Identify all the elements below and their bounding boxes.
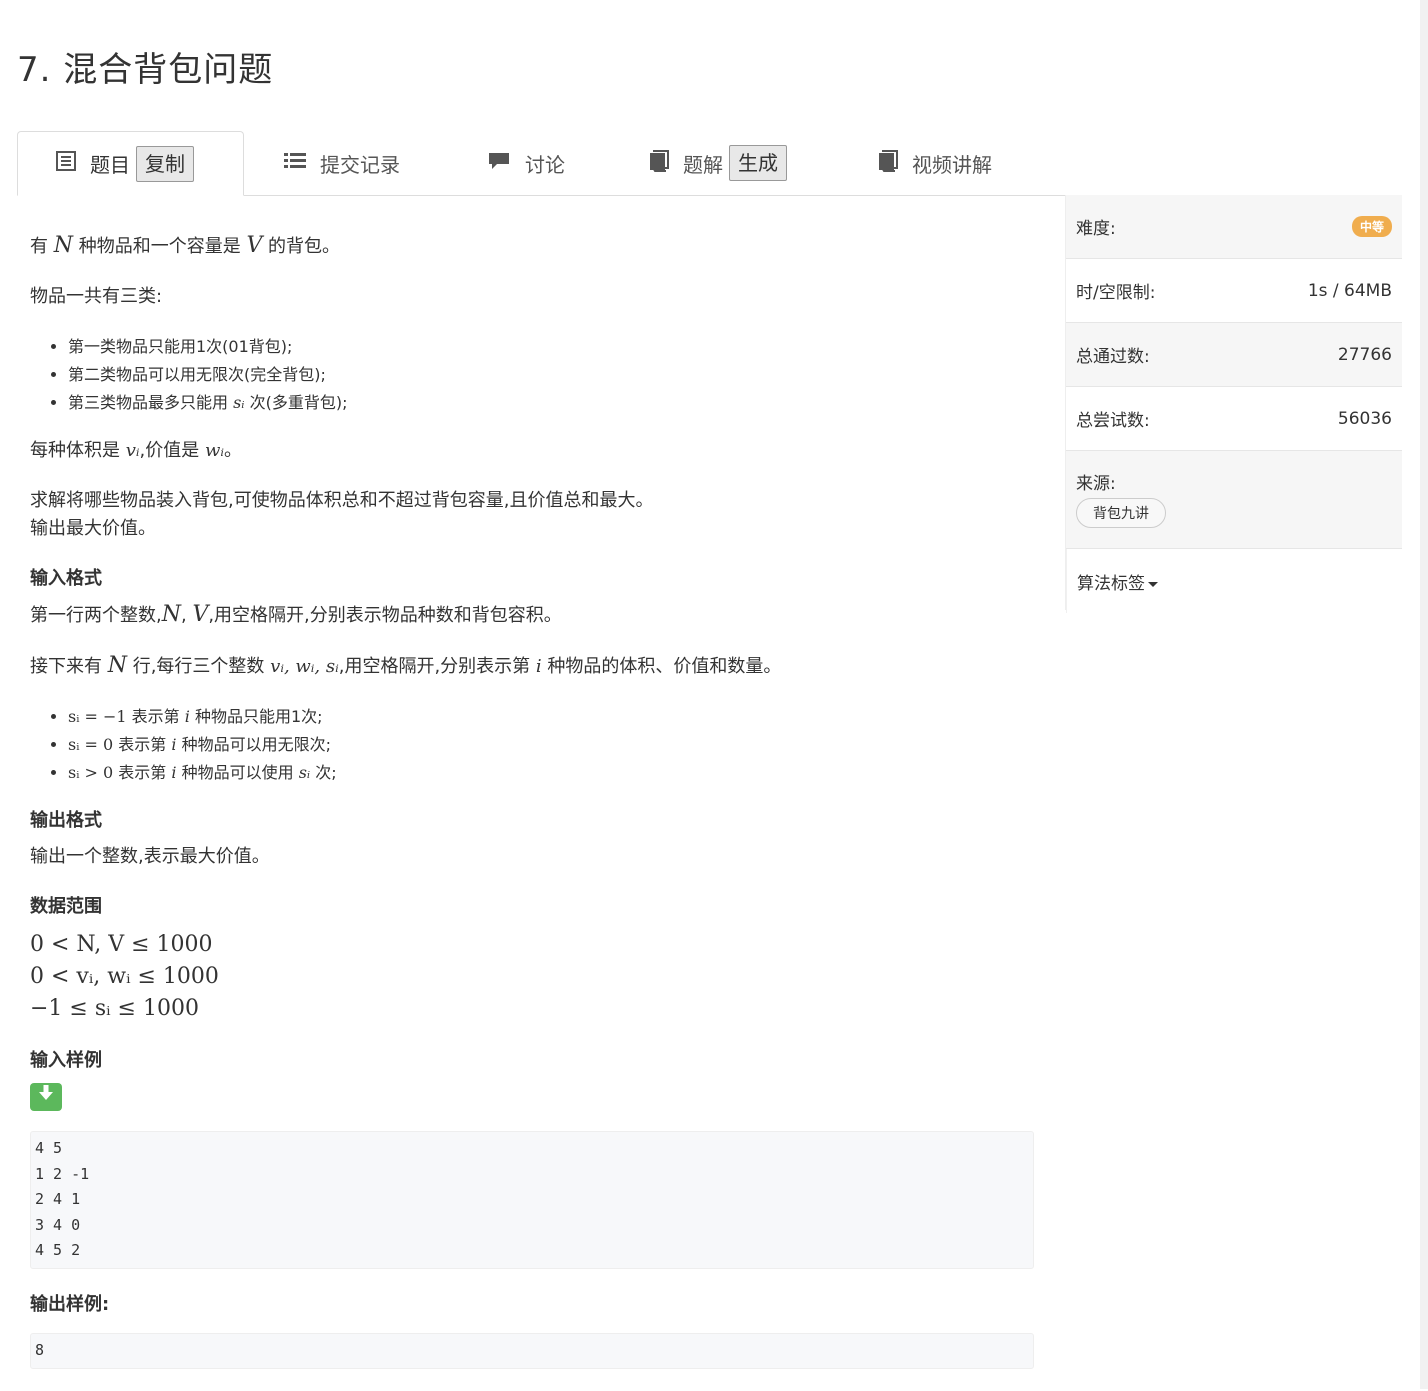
- range-line: 0 < N, V ≤ 1000: [30, 932, 213, 957]
- tab-submissions[interactable]: 提交记录: [284, 131, 400, 195]
- input-format-line1: 第一行两个整数,N, V,用空格隔开,分别表示物品种数和背包容积。: [30, 602, 562, 627]
- list-item: 第二类物品可以用无限次(完全背包);: [68, 361, 1030, 389]
- category-list: 第一类物品只能用1次(01背包); 第二类物品可以用无限次(完全背包); 第三类…: [30, 333, 1030, 417]
- tab-problem[interactable]: 题目 复制: [17, 131, 244, 196]
- data-range-heading: 数据范围: [30, 896, 102, 917]
- sample-input-heading: 输入样例: [30, 1050, 102, 1071]
- algorithm-tags-toggle[interactable]: 算法标签: [1066, 549, 1402, 613]
- generate-button[interactable]: 生成: [729, 145, 787, 181]
- accepted-value: 27766: [1337, 344, 1392, 365]
- difficulty-row: 难度: 中等: [1066, 195, 1402, 259]
- limit-row: 时/空限制: 1s / 64MB: [1066, 259, 1402, 323]
- comment-icon: [487, 151, 511, 176]
- output-format-heading: 输出格式: [30, 810, 102, 831]
- input-format-heading: 输入格式: [30, 568, 102, 589]
- source-row: 来源: 背包九讲: [1066, 451, 1402, 549]
- sample-output-heading: 输出样例:: [30, 1293, 110, 1315]
- algorithm-tags-label: 算法标签: [1077, 574, 1145, 594]
- list-item: sᵢ = 0 表示第 i 种物品可以用无限次;: [68, 731, 1030, 759]
- tab-solutions[interactable]: 题解 生成: [649, 131, 787, 195]
- tab-discussion-label: 讨论: [525, 152, 565, 177]
- range-line: 0 < vᵢ, wᵢ ≤ 1000: [30, 964, 219, 989]
- problem-description: 有 N 种物品和一个容量是 V 的背包。 物品一共有三类: 第一类物品只能用1次…: [30, 232, 1034, 1391]
- tab-video[interactable]: 视频讲解: [878, 131, 992, 195]
- tab-bar: 题目 复制 提交记录 讨论 题解 生成 视频讲解: [17, 131, 1402, 196]
- accepted-label: 总通过数:: [1076, 347, 1150, 367]
- goal-paragraph: 求解将哪些物品装入背包,可使物品体积总和不超过背包容量,且价值总和最大。 输出最大…: [30, 490, 654, 539]
- tab-problem-label: 题目: [90, 153, 130, 177]
- tab-discussion[interactable]: 讨论: [487, 131, 565, 195]
- list-item: sᵢ = −1 表示第 i 种物品只能用1次;: [68, 703, 1030, 731]
- tab-submissions-label: 提交记录: [320, 152, 400, 177]
- range-line: −1 ≤ sᵢ ≤ 1000: [30, 996, 199, 1021]
- limit-label: 时/空限制:: [1076, 283, 1156, 303]
- attempts-row: 总尝试数: 56036: [1066, 387, 1402, 451]
- source-tag[interactable]: 背包九讲: [1076, 498, 1166, 528]
- caret-down-icon: [1148, 581, 1158, 587]
- limit-value: 1s / 64MB: [1307, 280, 1392, 301]
- list-item: 第一类物品只能用1次(01背包);: [68, 333, 1030, 361]
- page-scrollbar[interactable]: [1420, 0, 1428, 1389]
- attempts-label: 总尝试数:: [1076, 411, 1150, 431]
- data-range: 0 < N, V ≤ 1000 0 < vᵢ, wᵢ ≤ 1000 −1 ≤ s…: [30, 929, 1030, 1025]
- list-item: sᵢ > 0 表示第 i 种物品可以使用 sᵢ 次;: [68, 759, 1030, 787]
- download-sample-button[interactable]: [30, 1083, 62, 1111]
- problem-info-sidebar: 难度: 中等 时/空限制: 1s / 64MB 总通过数: 27766 总尝试数…: [1066, 195, 1402, 613]
- source-label: 来源:: [1076, 474, 1116, 494]
- input-format-line2: 接下来有 N 行,每行三个整数 vᵢ, wᵢ, sᵢ,用空格隔开,分别表示第 i…: [30, 653, 782, 678]
- accepted-row: 总通过数: 27766: [1066, 323, 1402, 387]
- output-format-text: 输出一个整数,表示最大价值。: [30, 846, 270, 867]
- volume-value-paragraph: 每种体积是 vᵢ,价值是 wᵢ。: [30, 440, 243, 461]
- difficulty-badge: 中等: [1351, 216, 1392, 237]
- tab-video-label: 视频讲解: [912, 152, 992, 177]
- document-icon: [56, 151, 76, 176]
- download-icon: [38, 1083, 54, 1111]
- sample-input-block[interactable]: 4 5 1 2 -1 2 4 1 3 4 0 4 5 2: [30, 1131, 1034, 1269]
- list-item: 第三类物品最多只能用 sᵢ 次(多重背包);: [68, 389, 1030, 417]
- copy-button[interactable]: 复制: [136, 145, 194, 182]
- s-meaning-list: sᵢ = −1 表示第 i 种物品只能用1次; sᵢ = 0 表示第 i 种物品…: [30, 703, 1030, 787]
- intro-paragraph: 有 N 种物品和一个容量是 V 的背包。: [30, 233, 341, 258]
- page-title: 7. 混合背包问题: [17, 50, 274, 90]
- book-icon: [878, 149, 898, 177]
- attempts-value: 56036: [1337, 408, 1392, 429]
- book-icon: [649, 149, 669, 177]
- sample-output-block[interactable]: 8: [30, 1332, 1034, 1369]
- difficulty-label: 难度:: [1076, 219, 1116, 239]
- tab-solutions-label: 题解: [683, 152, 723, 177]
- category-intro: 物品一共有三类:: [30, 286, 163, 307]
- list-icon: [284, 151, 306, 176]
